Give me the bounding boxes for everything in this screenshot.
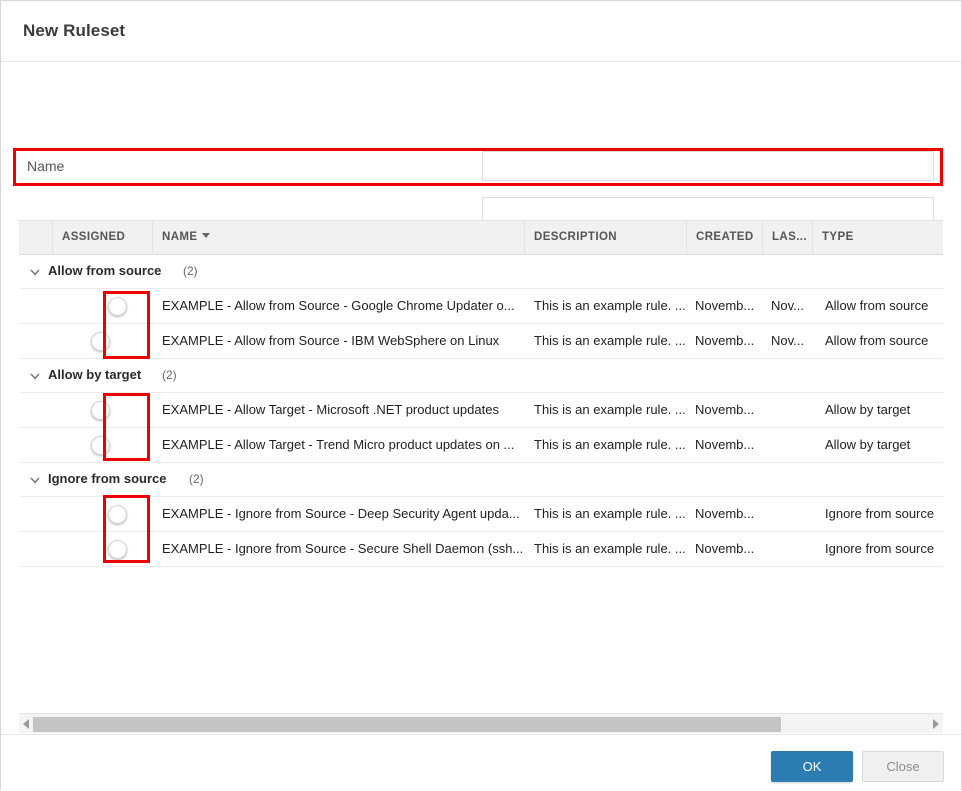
scroll-right-arrow-icon[interactable]	[933, 719, 939, 729]
group-count: (2)	[189, 472, 204, 486]
cell-description: This is an example rule. ...	[534, 289, 694, 323]
scroll-left-arrow-icon[interactable]	[23, 719, 29, 729]
grid-header-row: ASSIGNED NAME DESCRIPTION CREATED LAS...…	[19, 220, 943, 255]
cell-type: Allow by target	[825, 393, 943, 427]
cell-last-updated	[771, 497, 823, 531]
group-header-ignore-from-source[interactable]: Ignore from source (2)	[19, 463, 943, 497]
column-header-description[interactable]: DESCRIPTION	[525, 221, 687, 254]
ok-button[interactable]: OK	[771, 751, 853, 782]
sort-descending-icon	[202, 233, 210, 238]
group-title: Allow from source	[48, 263, 161, 278]
grid-body: Allow from source (2) EXAMPLE - Allow fr…	[19, 255, 943, 707]
assigned-toggle[interactable]	[109, 506, 147, 523]
cell-last-updated: Nov...	[771, 289, 823, 323]
cell-name: EXAMPLE - Allow from Source - IBM WebSph…	[162, 324, 530, 358]
table-row[interactable]: EXAMPLE - Allow Target - Trend Micro pro…	[19, 428, 943, 463]
cell-description: This is an example rule. ...	[534, 393, 694, 427]
close-button[interactable]: Close	[862, 751, 944, 782]
assigned-toggle[interactable]	[109, 333, 147, 350]
cell-type: Ignore from source	[825, 497, 943, 531]
cell-name: EXAMPLE - Allow Target - Trend Micro pro…	[162, 428, 530, 462]
assigned-toggle[interactable]	[109, 402, 147, 419]
chevron-down-icon[interactable]	[29, 474, 41, 486]
cell-name: EXAMPLE - Ignore from Source - Secure Sh…	[162, 532, 530, 566]
cell-description: This is an example rule. ...	[534, 532, 694, 566]
cell-created: Novemb...	[695, 532, 765, 566]
dialog-titlebar: New Ruleset	[1, 1, 961, 62]
assigned-toggle[interactable]	[109, 437, 147, 454]
assigned-toggle[interactable]	[109, 298, 147, 315]
assigned-toggle[interactable]	[109, 541, 147, 558]
chevron-down-icon[interactable]	[29, 370, 41, 382]
cell-created: Novemb...	[695, 497, 765, 531]
column-header-name-label: NAME	[162, 231, 197, 243]
group-title: Ignore from source	[48, 471, 166, 486]
group-count: (2)	[183, 264, 198, 278]
table-row[interactable]: EXAMPLE - Allow Target - Microsoft .NET …	[19, 393, 943, 428]
column-header-last[interactable]: LAS...	[763, 221, 813, 254]
cell-last-updated	[771, 393, 823, 427]
cell-type: Allow from source	[825, 324, 943, 358]
cell-created: Novemb...	[695, 324, 765, 358]
column-header-name[interactable]: NAME	[153, 221, 525, 254]
cell-created: Novemb...	[695, 428, 765, 462]
name-input[interactable]	[482, 151, 934, 181]
group-count: (2)	[162, 368, 177, 382]
table-row[interactable]: EXAMPLE - Allow from Source - Google Chr…	[19, 289, 943, 324]
table-row[interactable]: EXAMPLE - Allow from Source - IBM WebSph…	[19, 324, 943, 359]
cell-type: Allow from source	[825, 289, 943, 323]
ruleset-form: Name Description	[1, 63, 961, 219]
cell-last-updated	[771, 428, 823, 462]
cell-created: Novemb...	[695, 289, 765, 323]
rules-grid: ASSIGNED NAME DESCRIPTION CREATED LAS...…	[19, 220, 943, 707]
cell-type: Ignore from source	[825, 532, 943, 566]
group-header-allow-by-target[interactable]: Allow by target (2)	[19, 359, 943, 393]
column-header-assigned[interactable]: ASSIGNED	[53, 221, 153, 254]
cell-name: EXAMPLE - Allow Target - Microsoft .NET …	[162, 393, 530, 427]
dialog-footer: OK Close	[1, 734, 961, 791]
chevron-down-icon[interactable]	[29, 266, 41, 278]
table-row[interactable]: EXAMPLE - Ignore from Source - Deep Secu…	[19, 497, 943, 532]
group-title: Allow by target	[48, 367, 141, 382]
horizontal-scrollbar[interactable]	[19, 713, 943, 733]
cell-type: Allow by target	[825, 428, 943, 462]
cell-name: EXAMPLE - Ignore from Source - Deep Secu…	[162, 497, 530, 531]
name-label: Name	[27, 158, 64, 174]
group-header-allow-from-source[interactable]: Allow from source (2)	[19, 255, 943, 289]
column-header-created[interactable]: CREATED	[687, 221, 763, 254]
cell-last-updated	[771, 532, 823, 566]
cell-description: This is an example rule. ...	[534, 497, 694, 531]
new-ruleset-dialog: New Ruleset Name Description ASSIGNED NA…	[0, 0, 962, 790]
scrollbar-thumb[interactable]	[33, 717, 781, 732]
column-header-type[interactable]: TYPE	[813, 221, 943, 254]
column-header-spacer	[19, 221, 53, 254]
cell-description: This is an example rule. ...	[534, 428, 694, 462]
dialog-title: New Ruleset	[23, 21, 125, 41]
table-row[interactable]: EXAMPLE - Ignore from Source - Secure Sh…	[19, 532, 943, 567]
cell-last-updated: Nov...	[771, 324, 823, 358]
cell-created: Novemb...	[695, 393, 765, 427]
cell-name: EXAMPLE - Allow from Source - Google Chr…	[162, 289, 530, 323]
cell-description: This is an example rule. ...	[534, 324, 694, 358]
